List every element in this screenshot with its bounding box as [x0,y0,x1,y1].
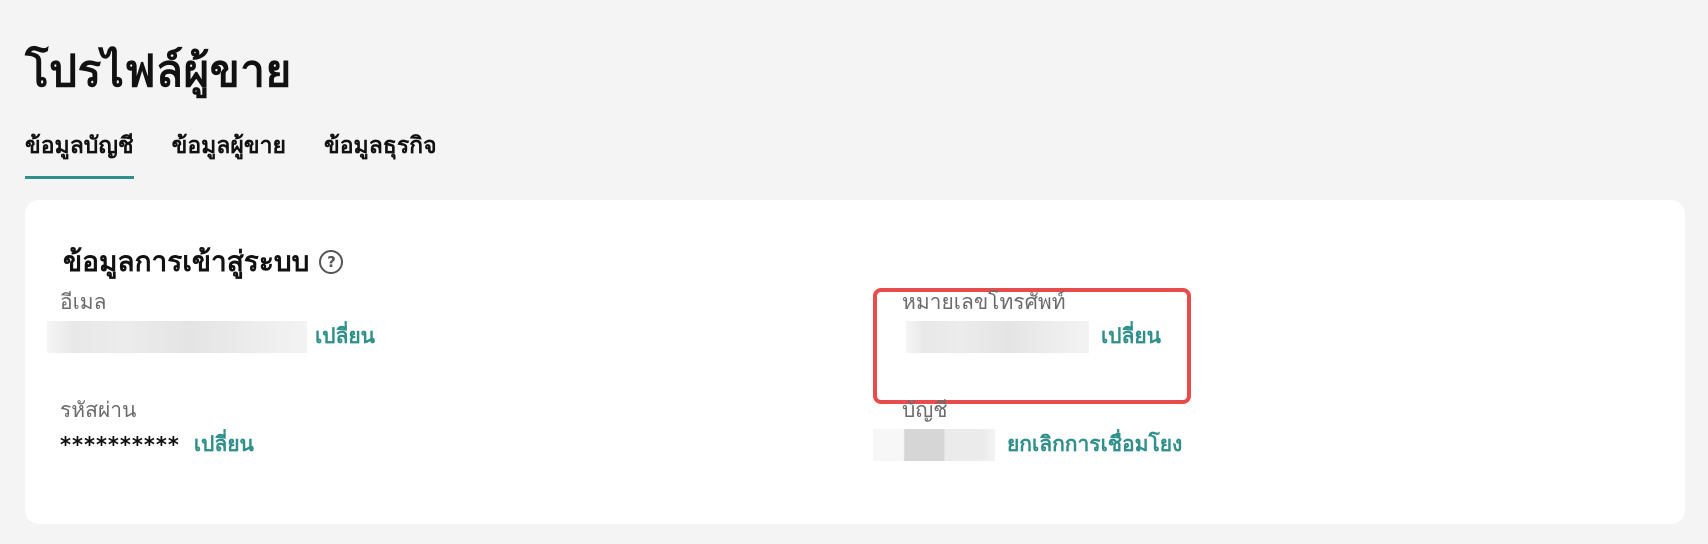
phone-label: หมายเลขโทรศัพท์ [902,290,1066,314]
change-email-link[interactable]: เปลี่ยน [315,320,375,353]
tab-account-info[interactable]: ข้อมูลบัญชี [25,128,134,179]
change-phone-link[interactable]: เปลี่ยน [1101,320,1161,353]
page-title: โปรไฟล์ผู้ขาย [25,46,292,97]
email-label: อีเมล [60,290,107,314]
phone-value-masked [906,320,1089,353]
account-value-masked [873,428,995,461]
login-section-title: ข้อมูลการเข้าสู่ระบบ [63,245,310,278]
profile-tabs: ข้อมูลบัญชี ข้อมูลผู้ขาย ข้อมูลธุรกิจ [25,128,437,179]
account-row: ยกเลิกการเชื่อมโยง [873,428,1182,461]
password-label: รหัสผ่าน [60,398,137,422]
unlink-account-link[interactable]: ยกเลิกการเชื่อมโยง [1007,428,1182,461]
password-row: ********** เปลี่ยน [60,428,254,461]
password-value: ********** [60,432,180,457]
login-info-card: ข้อมูลการเข้าสู่ระบบ ? อีเมล เปลี่ยน หมา… [25,200,1685,524]
help-icon[interactable]: ? [319,250,344,274]
phone-row: เปลี่ยน [906,320,1161,353]
login-section-header: ข้อมูลการเข้าสู่ระบบ ? [63,240,344,284]
email-value-masked [47,320,307,353]
change-password-link[interactable]: เปลี่ยน [194,428,254,461]
email-row: เปลี่ยน [47,320,375,353]
tab-business-info[interactable]: ข้อมูลธุรกิจ [324,128,437,179]
account-label: บัญชี [902,398,948,422]
tab-seller-info[interactable]: ข้อมูลผู้ขาย [172,128,286,179]
